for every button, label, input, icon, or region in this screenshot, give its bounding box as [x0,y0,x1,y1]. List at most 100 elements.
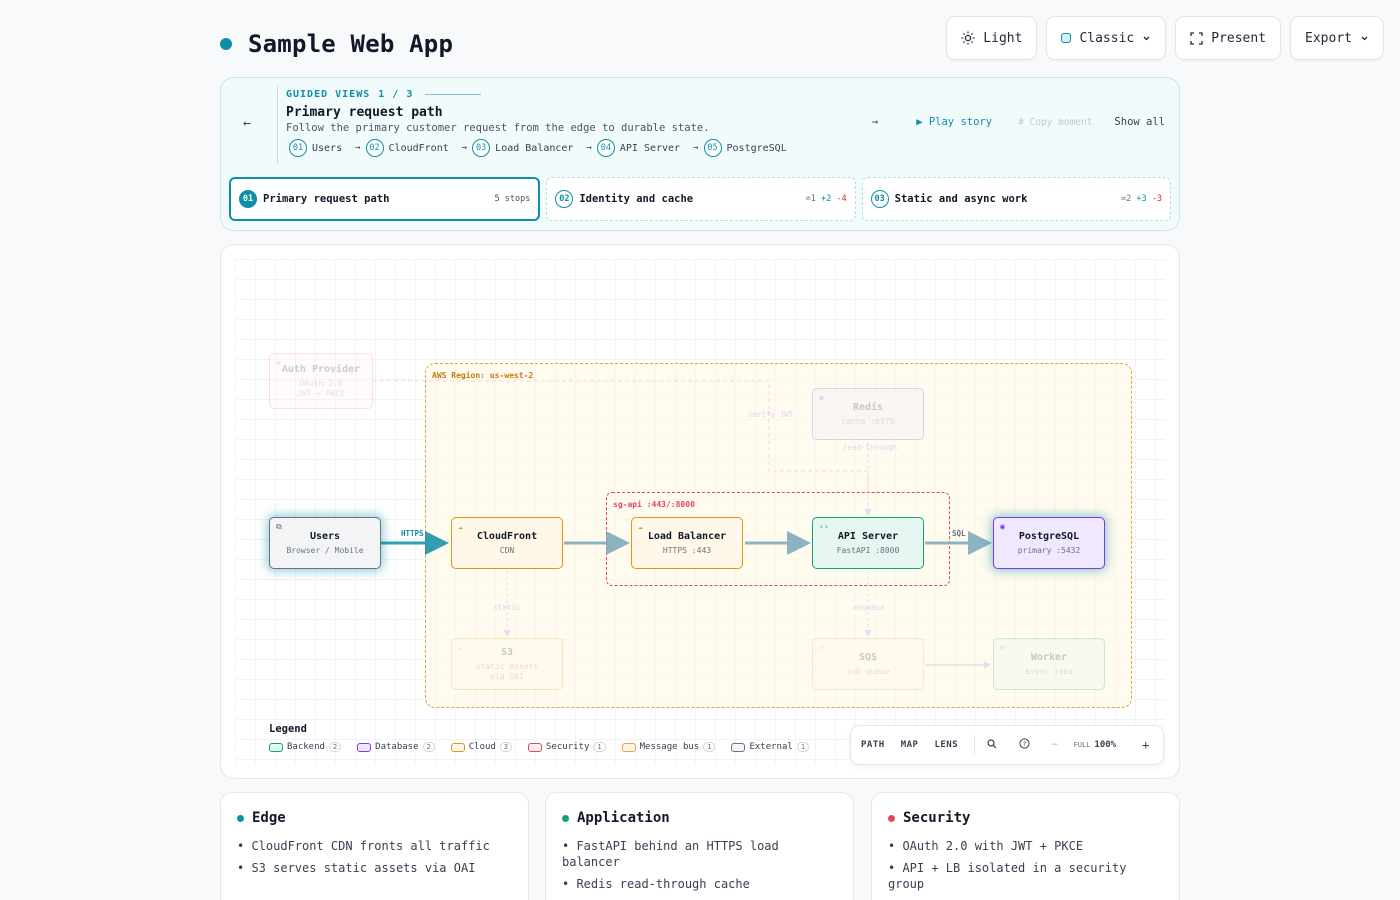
node-subtitle-2: JWT + PKCE [296,389,346,398]
fit-full-button[interactable]: FULL [1074,741,1091,749]
diagram-canvas[interactable]: AWS Region: us-west-2 sg-api :443/:8000 … [220,244,1180,779]
legend-swatch [731,742,746,752]
next-view-arrow-icon[interactable]: → [872,116,878,128]
legend-item[interactable]: Cloud 3 [450,742,513,752]
previous-view-arrow-icon[interactable]: ← [243,116,251,131]
queue-icon: ≡ [819,643,824,652]
window-icon: ⧉ [276,522,282,531]
edge-label-read-through: read-through [843,443,898,452]
node-subtitle: job queue [846,667,890,676]
card-edge: Edge CloudFront CDN fronts all traffic S… [220,792,529,900]
node-load-balancer[interactable]: ☁ Load Balancer HTTPS :443 [631,517,743,569]
legend-item[interactable]: Security 1 [528,742,606,752]
guided-subtitle: Follow the primary customer request from… [286,122,710,134]
guided-step[interactable]: 02 CloudFront [365,139,449,157]
step-arrow-icon: → [355,143,361,153]
step-label: API Server [619,142,681,154]
node-auth-provider[interactable]: ◈ Auth Provider OAuth 2.0 JWT + PKCE [269,353,373,409]
legend-items: Backend 2 Database 2 Cloud 3 Security 1 Message … [269,742,810,752]
node-redis[interactable]: ◉ Redis cache :6379 [812,388,924,440]
edge-label-https: HTTPS [401,529,424,538]
node-subtitle: static assets [475,662,539,671]
zoom-out-button[interactable]: − [1052,740,1057,750]
show-all-button[interactable]: Show all [1114,116,1165,128]
copy-moment-button[interactable]: # Copy moment [1018,117,1092,128]
edge-auth-api [373,380,872,516]
meta-added-count: +3 [1136,194,1147,204]
node-name: S3 [500,647,514,658]
panel-divider [277,86,278,164]
legend-count: 1 [703,742,716,752]
legend-item[interactable]: Message bus 1 [621,742,716,752]
export-dropdown[interactable]: Export [1290,16,1384,60]
top-actions: Light Classic Present Export [946,16,1384,60]
node-api-server[interactable]: ‹› API Server FastAPI :8000 [812,517,924,569]
legend-label: Security [546,742,590,752]
node-sqs[interactable]: ≡ SQS job queue [812,638,924,690]
card-dot [888,814,895,822]
page-title: Sample Web App [248,30,454,58]
node-users[interactable]: ⧉ Users Browser / Mobile [269,517,381,569]
map-view-button[interactable]: MAP [901,740,919,750]
node-name: API Server [837,531,899,542]
card-list: FastAPI behind an HTTPS load balancer Re… [562,838,837,892]
edge-label-enqueue: enqueue [853,603,885,612]
tab-primary-request-path[interactable]: 01 Primary request path 5 stops [229,177,541,221]
legend-item[interactable]: Backend 2 [269,742,342,752]
tab-meta: 5 stops [494,194,531,204]
tab-static-and-async-work[interactable]: 03 Static and async work =2 +3 -3 [861,177,1171,221]
meta-same-count: =1 [805,194,816,204]
step-arrow-icon: → [586,143,592,153]
node-cloudfront[interactable]: ☁ CloudFront CDN [451,517,563,569]
brand-dot [220,38,232,50]
style-dropdown[interactable]: Classic [1046,16,1167,60]
step-number: 01 [289,139,307,157]
tab-identity-and-cache[interactable]: 02 Identity and cache =1 +2 -4 [546,177,856,221]
legend: Legend Backend 2 Database 2 Cloud 3 Security 1 M… [269,723,810,752]
card-security: Security OAuth 2.0 with JWT + PKCE API +… [871,792,1180,900]
guided-step[interactable]: 03 Load Balancer [472,139,573,157]
tab-label: Identity and cache [579,193,694,205]
legend-item[interactable]: External 1 [731,742,810,752]
help-icon[interactable]: ? [1019,738,1030,752]
legend-count: 3 [499,742,513,752]
node-worker[interactable]: ⚙ Worker async jobs [993,638,1105,690]
lens-view-button[interactable]: LENS [934,740,958,750]
tab-number: 02 [555,190,574,208]
meta-removed-count: -4 [836,194,847,204]
node-name: Worker [1030,652,1068,663]
guided-step[interactable]: 01 Users [289,139,342,157]
card-item: OAuth 2.0 with JWT + PKCE [888,838,1163,854]
legend-item[interactable]: Database 2 [357,742,435,752]
legend-title: Legend [269,723,307,735]
tab-meta: =2 +3 -3 [1121,194,1162,204]
node-subtitle: HTTPS :443 [662,546,712,555]
theme-button[interactable]: Light [946,16,1038,60]
step-number: 02 [365,139,384,157]
card-header: Application [562,810,837,826]
node-subtitle: async jobs [1024,667,1074,676]
present-button[interactable]: Present [1175,16,1282,60]
path-view-button[interactable]: PATH [861,740,885,750]
edge-label-sql: SQL [952,529,966,538]
export-label: Export [1305,30,1352,46]
zoom-level: 100% [1094,740,1117,750]
card-application: Application FastAPI behind an HTTPS load… [545,792,854,900]
chevron-down-icon [1361,36,1368,40]
node-postgresql[interactable]: ◉ PostgreSQL primary :5432 [993,517,1105,569]
node-subtitle: CDN [499,546,515,555]
database-icon: ◉ [819,393,824,402]
legend-count: 2 [328,742,342,752]
guided-step[interactable]: 04 API Server [596,139,681,157]
zoom-in-button[interactable]: + [1142,738,1149,752]
legend-label: External [749,742,793,752]
guided-step[interactable]: 05 PostgreSQL [703,139,787,157]
legend-label: Database [375,742,419,752]
node-name: CloudFront [476,531,538,542]
tab-label: Primary request path [263,193,390,205]
play-story-button[interactable]: ▶ Play story [916,116,992,128]
node-s3[interactable]: ☁ S3 static assets via OAI [451,638,563,690]
search-icon[interactable] [987,738,997,752]
node-subtitle-2: via OAI [490,672,524,681]
legend-swatch [621,742,636,752]
